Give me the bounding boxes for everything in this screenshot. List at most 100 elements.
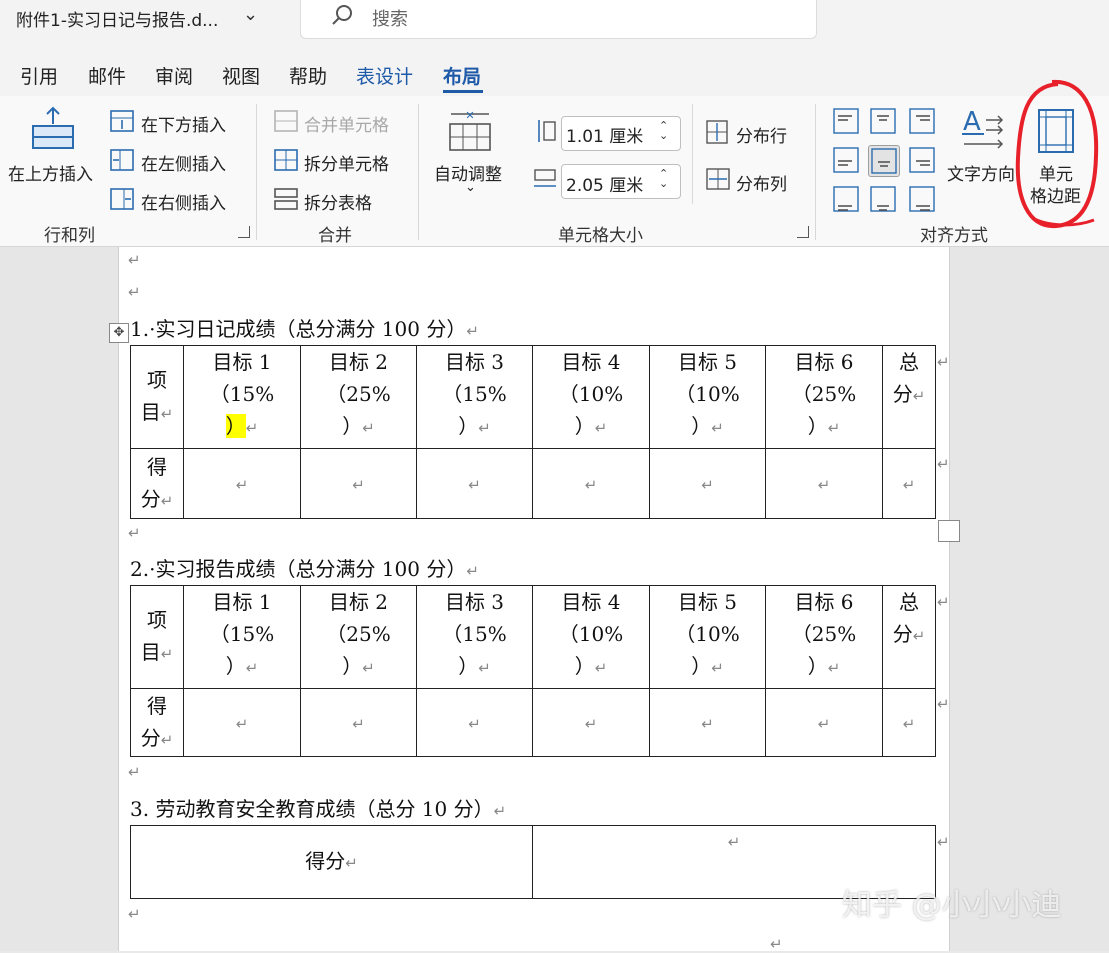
row-label-score: 得分↵ [130,688,184,757]
score-cell[interactable]: ↵ [882,688,936,757]
paragraph-mark: ↵ [128,283,141,301]
distribute-rows-icon [706,120,728,144]
search-placeholder: 搜索 [372,9,408,30]
score-cell[interactable]: ↵ [300,448,417,519]
svg-text:✕: ✕ [465,109,474,122]
goal-4-header[interactable]: 目标 4 （10% ）↵ [532,345,650,449]
cell-size-launcher-icon[interactable] [797,226,809,238]
labor-safety-score-table: 得分↵ ↵ [130,825,936,899]
insert-left-icon [110,149,134,171]
row-label-item: 项目↵ [130,585,184,689]
insert-right-icon [110,188,134,210]
table-resize-handle[interactable] [938,520,960,542]
heading-report-score: 2.·实习报告成绩（总分满分 100 分）↵ [130,557,479,581]
text-direction-button[interactable]: 文字方向 [947,160,1015,185]
score-cell[interactable]: ↵ [649,448,766,519]
group-label-cell-size: 单元格大小 [558,226,643,246]
distribute-columns-icon [706,168,730,190]
score-cell[interactable]: ↵ [183,688,301,757]
paragraph-mark: ↵ [128,905,141,923]
svg-text:A: A [963,107,981,137]
score-cell[interactable]: ↵ [183,448,301,519]
paragraph-mark: ↵ [128,251,141,269]
column-width-spinner-icon[interactable]: ⌃ ⌄ [659,168,668,189]
score-cell[interactable]: ↵ [416,688,533,757]
align-middle-center-icon[interactable] [868,145,900,177]
goal-1-header[interactable]: 目标 1 （15% ）↵ [183,585,301,689]
distribute-rows-button[interactable]: 分布行 [736,122,787,147]
goal-3-header[interactable]: 目标 3 （15% ）↵ [416,345,533,449]
red-circle-annotation [1015,79,1099,229]
score-cell[interactable]: ↵ [765,448,883,519]
goal-6-header[interactable]: 目标 6 （25% ）↵ [765,345,883,449]
score-cell[interactable]: ↵ [882,448,936,519]
goal-6-header[interactable]: 目标 6 （25% ）↵ [765,585,883,689]
align-top-right-icon[interactable] [907,106,937,136]
align-bottom-right-icon[interactable] [907,184,937,214]
row-end-mark: ↵ [937,695,950,713]
score-cell[interactable]: ↵ [649,688,766,757]
split-table-button[interactable]: 拆分表格 [304,189,372,214]
total-header[interactable]: 总分↵ [882,345,936,449]
tab-review[interactable]: 审阅 [155,62,193,89]
group-label-merge: 合并 [318,226,352,246]
row-height-value: 1.01 厘米 [566,127,644,147]
paragraph-mark: ↵ [128,524,141,542]
goal-5-header[interactable]: 目标 5 （10% ）↵ [649,345,766,449]
tab-mailings[interactable]: 邮件 [88,62,126,89]
align-top-center-icon[interactable] [868,106,898,136]
goal-2-header[interactable]: 目标 2 （25% ）↵ [300,585,417,689]
align-top-left-icon[interactable] [831,106,861,136]
score-cell[interactable]: ↵ [532,448,650,519]
table-move-handle-icon[interactable]: ✥ [109,323,129,343]
row-label-item: 项目↵ [130,345,184,449]
align-middle-right-icon[interactable] [907,145,937,175]
score-cell[interactable]: ↵ [765,688,883,757]
report-score-table: 项目↵ 目标 1 （15% ）↵ 目标 2 （25% ）↵ 目标 3 （15% ）↵ 目标 … [130,585,936,757]
total-header[interactable]: 总分↵ [882,585,936,689]
document-title[interactable]: 附件1-实习日记与报告.d... [16,6,218,31]
score-label-cell[interactable]: 得分↵ [130,825,533,899]
tab-references[interactable]: 引用 [20,62,58,89]
split-cells-button[interactable]: 拆分单元格 [304,150,389,175]
chevron-down-icon[interactable]: ⌄ [243,4,258,25]
row-height-spinner-icon[interactable]: ⌃ ⌄ [659,120,668,141]
align-middle-left-icon[interactable] [831,145,861,175]
insert-left-button[interactable]: 在左侧插入 [141,150,226,175]
tab-view[interactable]: 视图 [222,62,260,89]
insert-right-button[interactable]: 在右侧插入 [141,189,226,214]
paragraph-mark: ↵ [128,763,141,781]
score-cell[interactable]: ↵ [416,448,533,519]
tab-help[interactable]: 帮助 [289,62,327,89]
score-cell[interactable]: ↵ [300,688,417,757]
group-divider [418,104,419,240]
autofit-chevron-icon[interactable]: ⌄ [465,180,476,195]
goal-5-header[interactable]: 目标 5 （10% ）↵ [649,585,766,689]
rows-cols-launcher-icon[interactable] [238,226,250,238]
insert-below-button[interactable]: 在下方插入 [141,111,226,136]
align-bottom-left-icon[interactable] [831,184,861,214]
merge-cells-icon [274,110,298,132]
merge-cells-button[interactable]: 合并单元格 [304,111,389,136]
heading-diary-score: 1.·实习日记成绩（总分满分 100 分）↵ [130,317,479,341]
split-cells-icon [274,149,298,171]
tab-table-design[interactable]: 表设计 [356,62,413,89]
group-divider [692,104,693,204]
tab-layout[interactable]: 布局 [443,62,481,89]
row-height-icon [538,120,556,142]
group-label-rows-cols: 行和列 [44,226,95,246]
goal-1-header[interactable]: 目标 1 （15% ）↵ [183,345,301,449]
goal-3-header[interactable]: 目标 3 （15% ）↵ [416,585,533,689]
split-table-icon [274,188,298,210]
autofit-icon: ✕ [449,109,491,151]
distribute-columns-button[interactable]: 分布列 [736,170,787,195]
score-cell[interactable]: ↵ [532,688,650,757]
align-bottom-center-icon[interactable] [868,184,898,214]
row-end-mark: ↵ [937,455,950,473]
goal-2-header[interactable]: 目标 2 （25% ）↵ [300,345,417,449]
insert-above-button[interactable]: 在上方插入 [8,160,93,185]
search-icon [332,5,352,25]
group-divider [815,104,816,240]
insert-above-icon [32,106,74,149]
goal-4-header[interactable]: 目标 4 （10% ）↵ [532,585,650,689]
